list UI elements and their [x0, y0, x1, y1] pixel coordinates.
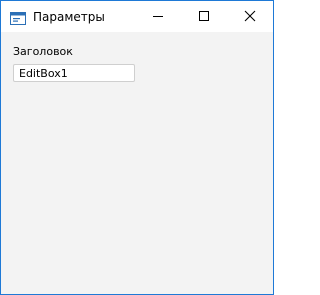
close-icon: [244, 10, 256, 22]
edit-box[interactable]: [13, 64, 135, 82]
dialog-window: Параметры Заголовок: [0, 0, 274, 295]
title-bar[interactable]: Параметры: [1, 1, 273, 32]
maximize-button[interactable]: [181, 1, 227, 32]
minimize-icon: [153, 16, 163, 17]
minimize-button[interactable]: [135, 1, 181, 32]
window-app-icon: [10, 10, 26, 25]
close-button[interactable]: [227, 1, 273, 32]
window-title: Параметры: [33, 10, 105, 24]
field-label: Заголовок: [13, 45, 73, 58]
client-area: Заголовок: [1, 32, 273, 294]
maximize-icon: [199, 11, 209, 21]
